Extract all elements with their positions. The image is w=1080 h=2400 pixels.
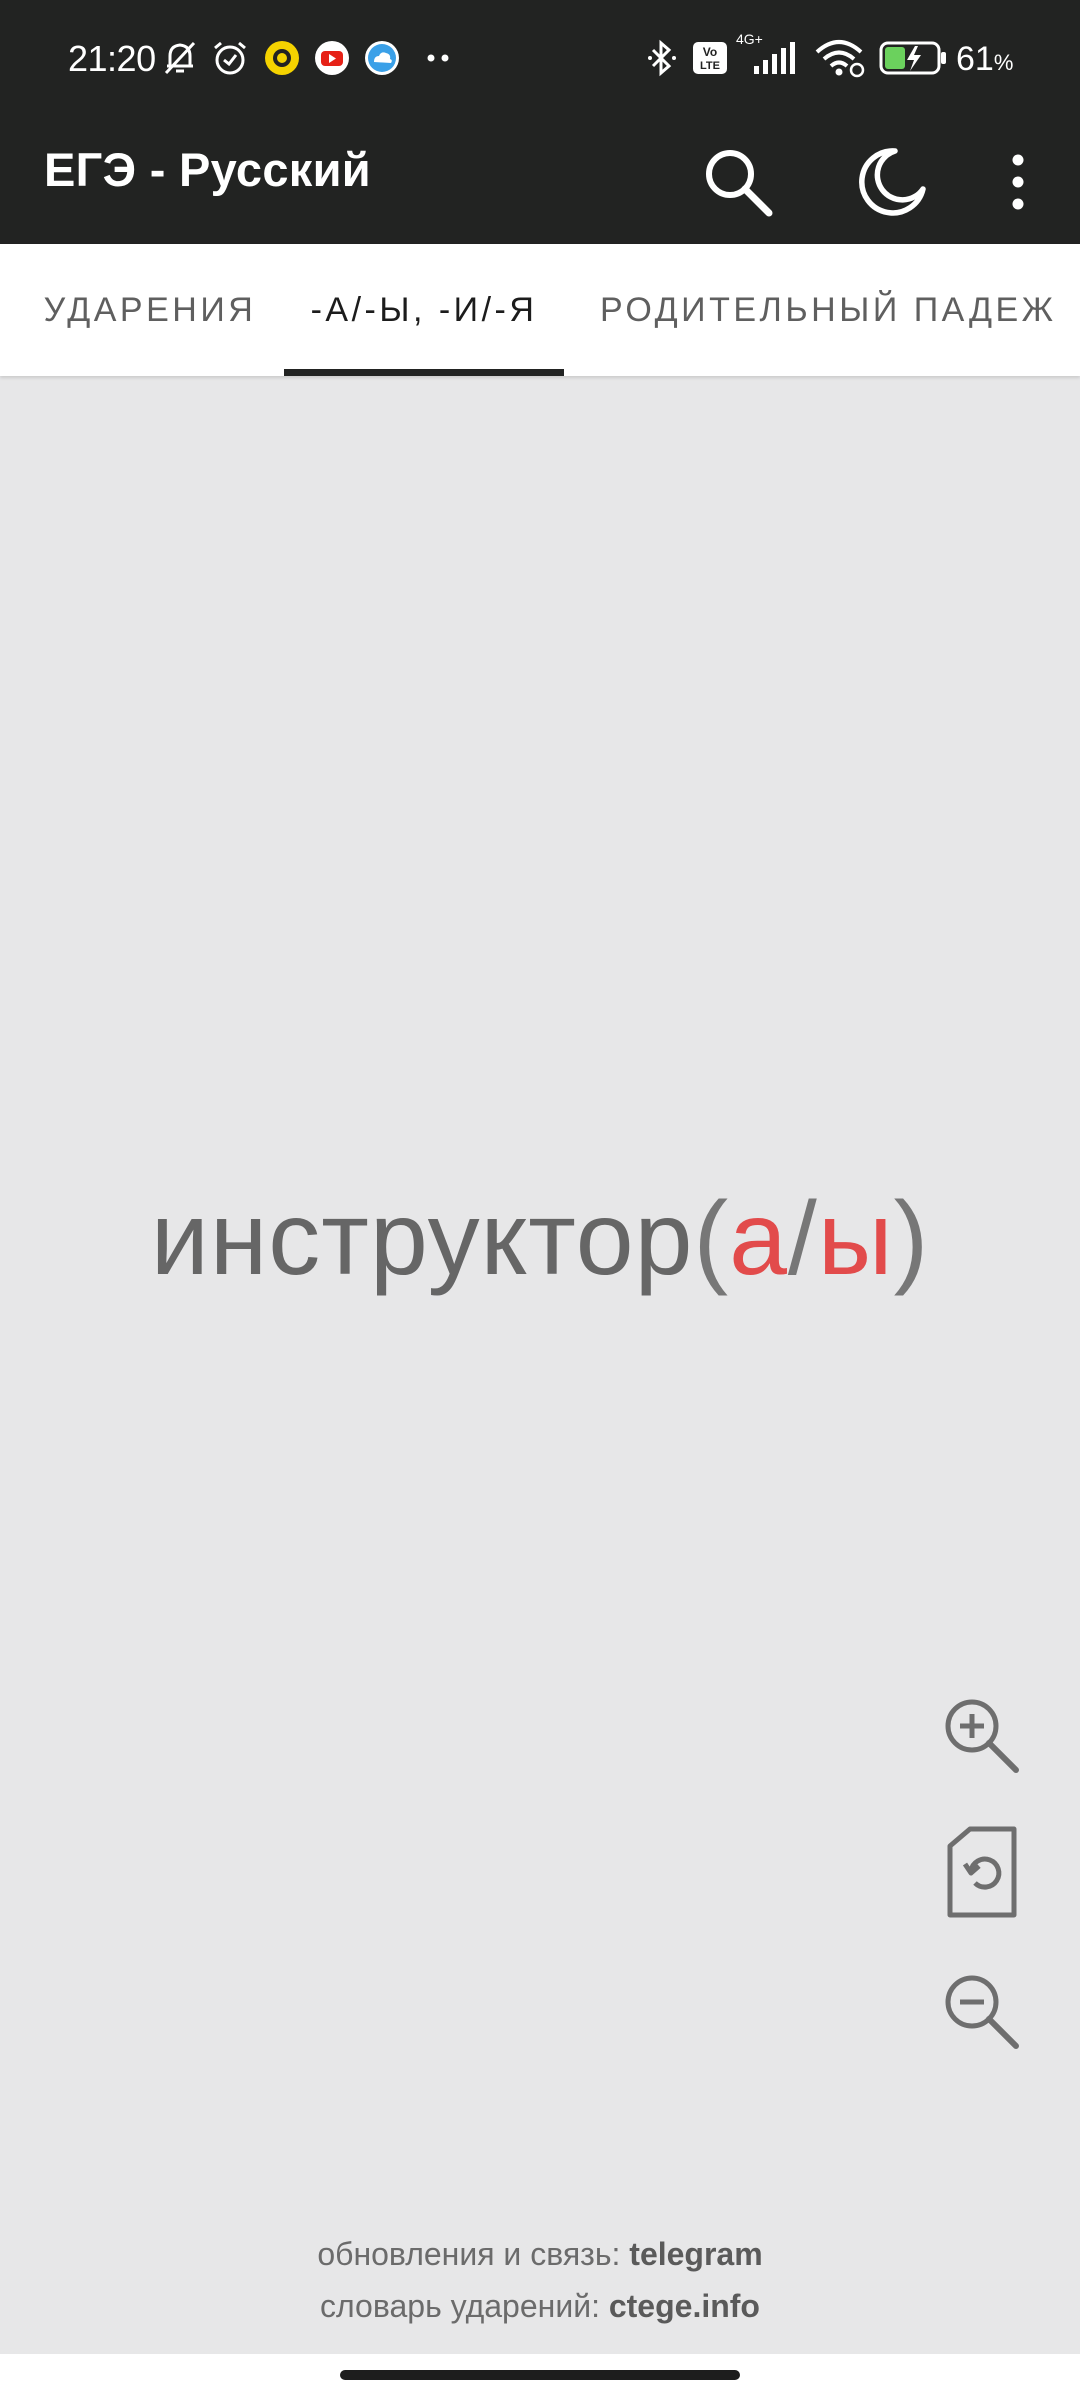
ctege-link[interactable]: ctege.info	[609, 2288, 760, 2324]
close-paren: )	[893, 1181, 930, 1297]
night-mode-button[interactable]	[842, 132, 942, 232]
footer-updates: обновления и связь: telegram	[0, 2236, 1080, 2273]
battery-charging-icon	[878, 38, 950, 78]
navigation-bar	[0, 2354, 1080, 2400]
word-stem: инструктор	[150, 1181, 694, 1297]
svg-text:Vo: Vo	[703, 45, 717, 59]
more-dots-icon	[420, 38, 460, 78]
night-mode-icon	[859, 148, 926, 216]
tab-stress[interactable]: УДАРЕНИЯ	[30, 244, 270, 376]
zoom-in-button[interactable]	[936, 1690, 1028, 1782]
status-bar: 21:20 Vo LTE 4G+ 61%	[0, 0, 1080, 118]
option-b[interactable]: ы	[818, 1181, 894, 1297]
bluetooth-icon	[642, 38, 682, 78]
app-bar: ЕГЭ - Русский	[0, 118, 1080, 244]
overflow-menu-button[interactable]	[968, 132, 1068, 232]
search-icon	[706, 150, 773, 217]
open-paren: (	[693, 1181, 730, 1297]
option-separator: /	[787, 1181, 818, 1297]
reset-button[interactable]	[936, 1826, 1028, 1918]
yellow-ring-app-icon	[260, 38, 304, 78]
status-time: 21:20	[68, 38, 156, 79]
tab-genitive[interactable]: РОДИТЕЛЬНЫЙ ПАДЕЖ	[586, 244, 1060, 376]
cloud-upload-icon	[360, 38, 404, 78]
signal-icon: 4G+	[734, 30, 804, 80]
youtube-icon	[310, 38, 354, 78]
zoom-in-icon	[945, 1699, 1019, 1773]
footer-dictionary: словарь ударений: ctege.info	[0, 2288, 1080, 2325]
home-gesture-handle[interactable]	[340, 2370, 740, 2380]
alarm-icon	[208, 38, 252, 78]
tab-endings[interactable]: -А/-Ы, -И/-Я	[284, 244, 564, 376]
zoom-out-icon	[945, 1975, 1019, 2049]
active-tab-indicator	[284, 369, 564, 376]
volte-icon: Vo LTE	[690, 38, 730, 78]
muted-bell-icon	[158, 38, 202, 78]
app-title: ЕГЭ - Русский	[44, 143, 372, 196]
zoom-out-button[interactable]	[936, 1966, 1028, 2058]
network-label: 4G+	[736, 31, 763, 47]
reset-icon	[947, 1826, 1017, 1918]
battery-percent: 61%	[956, 40, 1014, 78]
option-a[interactable]: а	[729, 1181, 788, 1297]
search-button[interactable]	[688, 132, 788, 232]
wifi-icon	[812, 38, 866, 78]
tab-bar: УДАРЕНИЯ -А/-Ы, -И/-Я РОДИТЕЛЬНЫЙ ПАДЕЖ	[0, 244, 1080, 376]
quiz-word[interactable]: инструктор(а/ы)	[0, 1180, 1080, 1299]
svg-text:LTE: LTE	[700, 60, 720, 72]
overflow-menu-icon	[1012, 154, 1024, 210]
footer-updates-label: обновления и связь:	[317, 2236, 630, 2272]
footer-dictionary-label: словарь ударений:	[320, 2288, 609, 2324]
telegram-link[interactable]: telegram	[629, 2236, 762, 2272]
